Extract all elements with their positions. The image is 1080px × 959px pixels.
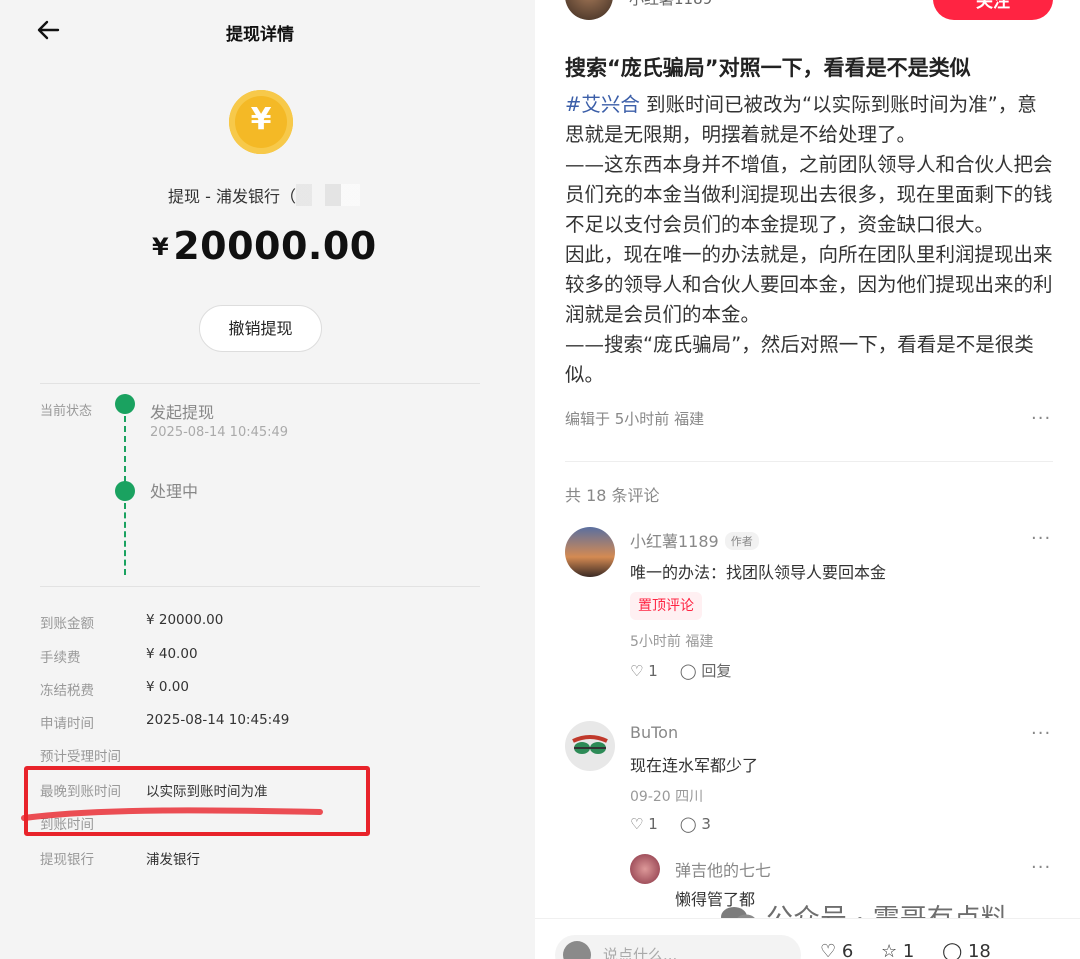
more-icon[interactable]: ··· (1031, 857, 1051, 878)
coin-icon: ¥ (229, 90, 293, 154)
highlight-underline (21, 807, 323, 821)
comment-button[interactable]: ◯ 18 (942, 941, 991, 959)
avatar[interactable] (565, 0, 613, 20)
detail-row: 提现银行 浦发银行 (40, 852, 200, 868)
page-title: 提现详情 (226, 25, 294, 45)
comment-text: 唯一的办法：找团队领导人要回本金 (630, 563, 887, 582)
more-icon[interactable]: ··· (1031, 723, 1051, 744)
comment-meta: 09-20 四川 (630, 789, 704, 805)
step-dot-icon (115, 481, 135, 501)
note-panel: 小红薯1189 关注 搜索“庞氏骗局”对照一下，看看是不是类似 #艾兴合 到账时… (535, 0, 1080, 959)
comment-actions: ♡ 1 ◯ 3 (630, 815, 733, 833)
follow-button[interactable]: 关注 (933, 0, 1053, 20)
note-title: 搜索“庞氏骗局”对照一下，看看是不是类似 (565, 56, 971, 80)
highlight-box (24, 766, 370, 836)
bottom-actions: ♡ 6 ☆ 1 ◯ 18 (820, 941, 1013, 959)
avatar[interactable] (630, 854, 660, 884)
hashtag-link[interactable]: #艾兴合 (565, 93, 640, 116)
avatar[interactable] (565, 527, 615, 577)
reply-button[interactable]: ◯ 回复 (680, 662, 732, 680)
masked-account-number (296, 184, 360, 206)
avatar (563, 941, 591, 959)
edit-meta: 编辑于 5小时前 福建 (565, 410, 705, 428)
withdraw-amount: ¥20000.00 (152, 224, 377, 268)
comment-actions: ♡ 1 ◯ 回复 (630, 660, 753, 681)
comment-text: 现在连水军都少了 (630, 756, 759, 775)
detail-row: 手续费 ¥ 40.00 (40, 646, 198, 666)
like-button[interactable]: ♡ 1 (630, 815, 658, 833)
author-name[interactable]: 小红薯1189 (629, 0, 712, 9)
comment-input[interactable]: 说点什么... (555, 935, 801, 959)
divider (40, 586, 480, 587)
status-label: 当前状态 (40, 404, 93, 419)
step-time: 2025-08-14 10:45:49 (150, 425, 289, 440)
withdraw-destination: 提现 - 浦发银行（ (168, 187, 296, 206)
comment-count: 共 18 条评论 (565, 486, 660, 505)
detail-row: 预计受理时间 (40, 749, 121, 765)
note-body: #艾兴合 到账时间已被改为“以实际到账时间为准”，意思就是无限期，明摆着就是不给… (565, 90, 1053, 390)
detail-row: 申请时间 2025-08-14 10:45:49 (40, 712, 290, 732)
avatar[interactable] (565, 721, 615, 771)
comment-author[interactable]: 小红薯1189 作者 (630, 528, 759, 552)
step-connector (124, 416, 126, 482)
collect-button[interactable]: ☆ 1 (881, 941, 914, 959)
pinned-badge: 置顶评论 (630, 592, 702, 620)
detail-row: 到账金额 ¥ 20000.00 (40, 612, 224, 632)
divider (565, 461, 1053, 462)
withdraw-detail-panel: 提现详情 ¥ 提现 - 浦发银行（ ¥20000.00 撤销提现 当前状态 发起… (0, 0, 535, 959)
like-button[interactable]: ♡ 1 (630, 662, 658, 680)
cancel-withdraw-button[interactable]: 撤销提现 (199, 305, 322, 352)
more-icon[interactable]: ··· (1031, 408, 1051, 429)
bottom-bar: 说点什么... ♡ 6 ☆ 1 ◯ 18 (535, 918, 1080, 959)
like-button[interactable]: ♡ 6 (820, 941, 853, 959)
note-paragraph: ——这东西本身并不增值，之前团队领导人和合伙人把会员们充的本金当做利润提现出去很… (565, 153, 1053, 236)
divider (40, 383, 480, 384)
detail-row: 冻结税费 ¥ 0.00 (40, 679, 189, 699)
more-icon[interactable]: ··· (1031, 528, 1051, 549)
comment-author[interactable]: BuTon (630, 723, 678, 742)
note-paragraph: ——搜索“庞氏骗局”，然后对照一下，看看是不是很类似。 (565, 333, 1034, 386)
step-title: 处理中 (150, 482, 199, 501)
note-paragraph: 因此，现在唯一的办法就是，向所在团队里利润提现出来较多的领导人和合伙人要回本金，… (565, 243, 1053, 326)
comment-author[interactable]: 弹吉他的七七 (675, 857, 771, 881)
reply-button[interactable]: ◯ 3 (680, 815, 711, 833)
comment-meta: 5小时前 福建 (630, 634, 714, 650)
sunglasses-icon (572, 735, 608, 754)
step-dot-icon (115, 394, 135, 414)
step-title: 发起提现 (150, 403, 215, 422)
author-badge: 作者 (724, 532, 759, 550)
step-connector (124, 503, 126, 575)
